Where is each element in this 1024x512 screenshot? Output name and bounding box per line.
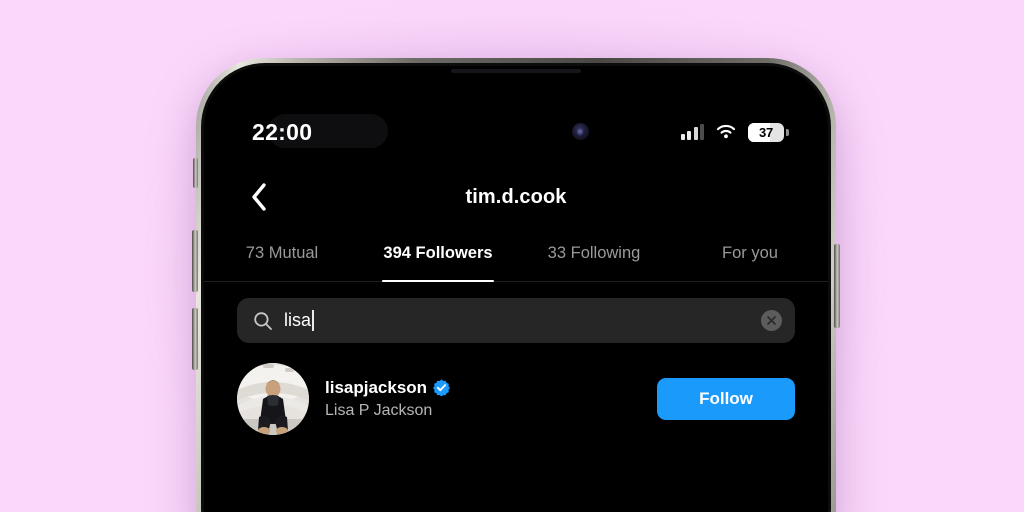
follow-button[interactable]: Follow bbox=[657, 378, 795, 420]
tab-following[interactable]: 33 Following bbox=[516, 226, 672, 281]
status-bar: 22:00 37 bbox=[204, 112, 828, 152]
battery-icon: 37 bbox=[748, 122, 789, 142]
status-time: 22:00 bbox=[252, 118, 313, 145]
volume-down-button[interactable] bbox=[192, 308, 198, 370]
tab-followers[interactable]: 394 Followers bbox=[360, 226, 516, 282]
power-button[interactable] bbox=[834, 244, 840, 328]
clear-search-button[interactable] bbox=[761, 310, 782, 331]
search-input[interactable]: lisa bbox=[237, 298, 795, 343]
search-bar-container: lisa bbox=[237, 298, 795, 343]
text-caret bbox=[312, 310, 315, 331]
signal-bars-icon bbox=[680, 124, 704, 140]
status-indicators: 37 bbox=[680, 122, 789, 142]
earpiece-speaker bbox=[451, 69, 581, 73]
result-username-row: lisapjackson bbox=[325, 377, 641, 398]
tab-mutual[interactable]: 73 Mutual bbox=[204, 226, 360, 281]
phone-bezel: 22:00 37 tim.d.cook 73 Mutual 394 Follow… bbox=[201, 63, 831, 512]
result-username: lisapjackson bbox=[325, 377, 428, 397]
wifi-icon bbox=[716, 124, 736, 139]
verified-badge-icon bbox=[433, 379, 451, 396]
page-title: tim.d.cook bbox=[465, 185, 567, 208]
list-item[interactable]: lisapjackson Lisa P Jackson Follow bbox=[237, 362, 795, 436]
navigation-bar: tim.d.cook bbox=[204, 170, 828, 224]
mute-switch-button[interactable] bbox=[193, 158, 198, 188]
volume-up-button[interactable] bbox=[192, 230, 198, 292]
search-icon bbox=[254, 311, 272, 330]
avatar[interactable] bbox=[237, 363, 309, 435]
result-text: lisapjackson Lisa P Jackson bbox=[325, 377, 641, 422]
phone-screen: 22:00 37 tim.d.cook 73 Mutual 394 Follow… bbox=[204, 66, 828, 512]
result-fullname: Lisa P Jackson bbox=[325, 401, 433, 419]
battery-percent: 37 bbox=[758, 124, 774, 140]
phone-device: 22:00 37 tim.d.cook 73 Mutual 394 Follow… bbox=[192, 58, 840, 512]
clear-circle-icon bbox=[767, 316, 776, 325]
search-value: lisa bbox=[284, 310, 312, 330]
avatar-image bbox=[237, 363, 309, 435]
tab-for-you[interactable]: For you bbox=[672, 226, 828, 281]
tab-bar: 73 Mutual 394 Followers 33 Following For… bbox=[204, 226, 828, 282]
search-value-wrapper: lisa bbox=[284, 310, 750, 331]
